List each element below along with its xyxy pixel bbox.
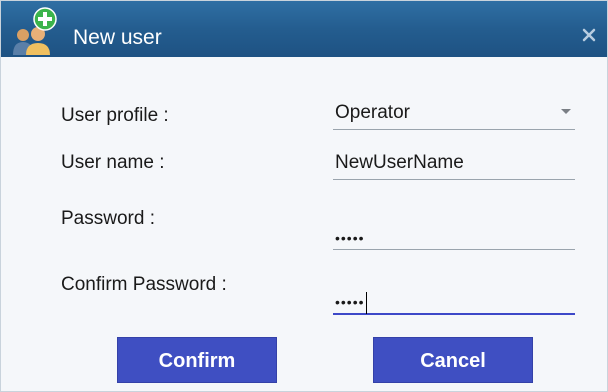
confirm-button[interactable]: Confirm bbox=[117, 337, 277, 383]
new-user-dialog: New user User profile : Operator User na… bbox=[0, 0, 608, 392]
confirm-password-value: ••••• bbox=[335, 294, 365, 310]
user-name-field[interactable]: NewUserName bbox=[333, 147, 575, 180]
confirm-password-wrap: ••••• bbox=[335, 290, 367, 315]
confirm-password-field[interactable]: ••••• bbox=[333, 281, 575, 315]
password-value: ••••• bbox=[335, 230, 365, 246]
password-label: Password : bbox=[61, 208, 155, 229]
user-name-label: User name : bbox=[61, 152, 165, 173]
add-user-icon bbox=[11, 7, 59, 55]
user-profile-label: User profile : bbox=[61, 105, 169, 126]
confirm-password-label: Confirm Password : bbox=[61, 274, 227, 295]
close-icon[interactable] bbox=[579, 25, 599, 45]
user-profile-value: Operator bbox=[335, 102, 410, 123]
user-profile-select[interactable]: Operator bbox=[333, 97, 575, 130]
title-bar[interactable]: New user bbox=[1, 1, 607, 57]
user-name-value: NewUserName bbox=[335, 152, 464, 173]
dialog-title: New user bbox=[73, 26, 162, 49]
text-caret bbox=[365, 292, 367, 315]
chevron-down-icon[interactable] bbox=[561, 109, 571, 114]
password-field[interactable]: ••••• bbox=[333, 217, 575, 250]
cancel-button[interactable]: Cancel bbox=[373, 337, 533, 383]
